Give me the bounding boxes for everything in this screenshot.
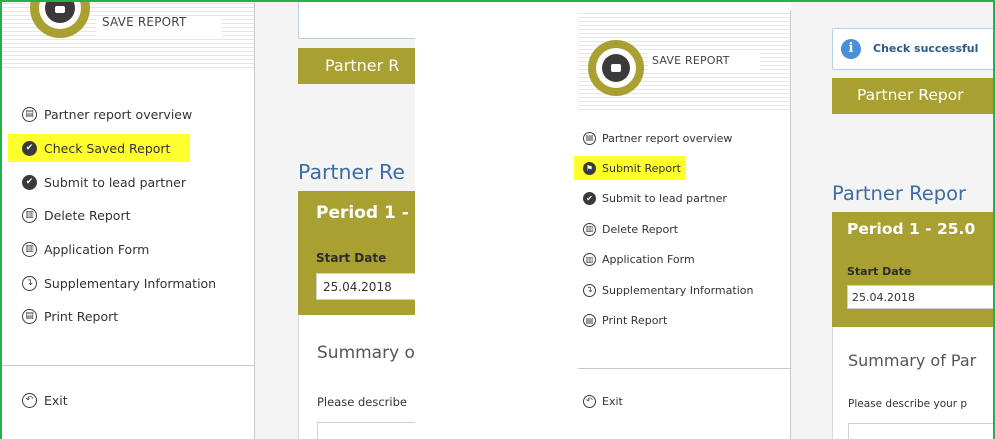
green-frame xyxy=(0,0,995,439)
